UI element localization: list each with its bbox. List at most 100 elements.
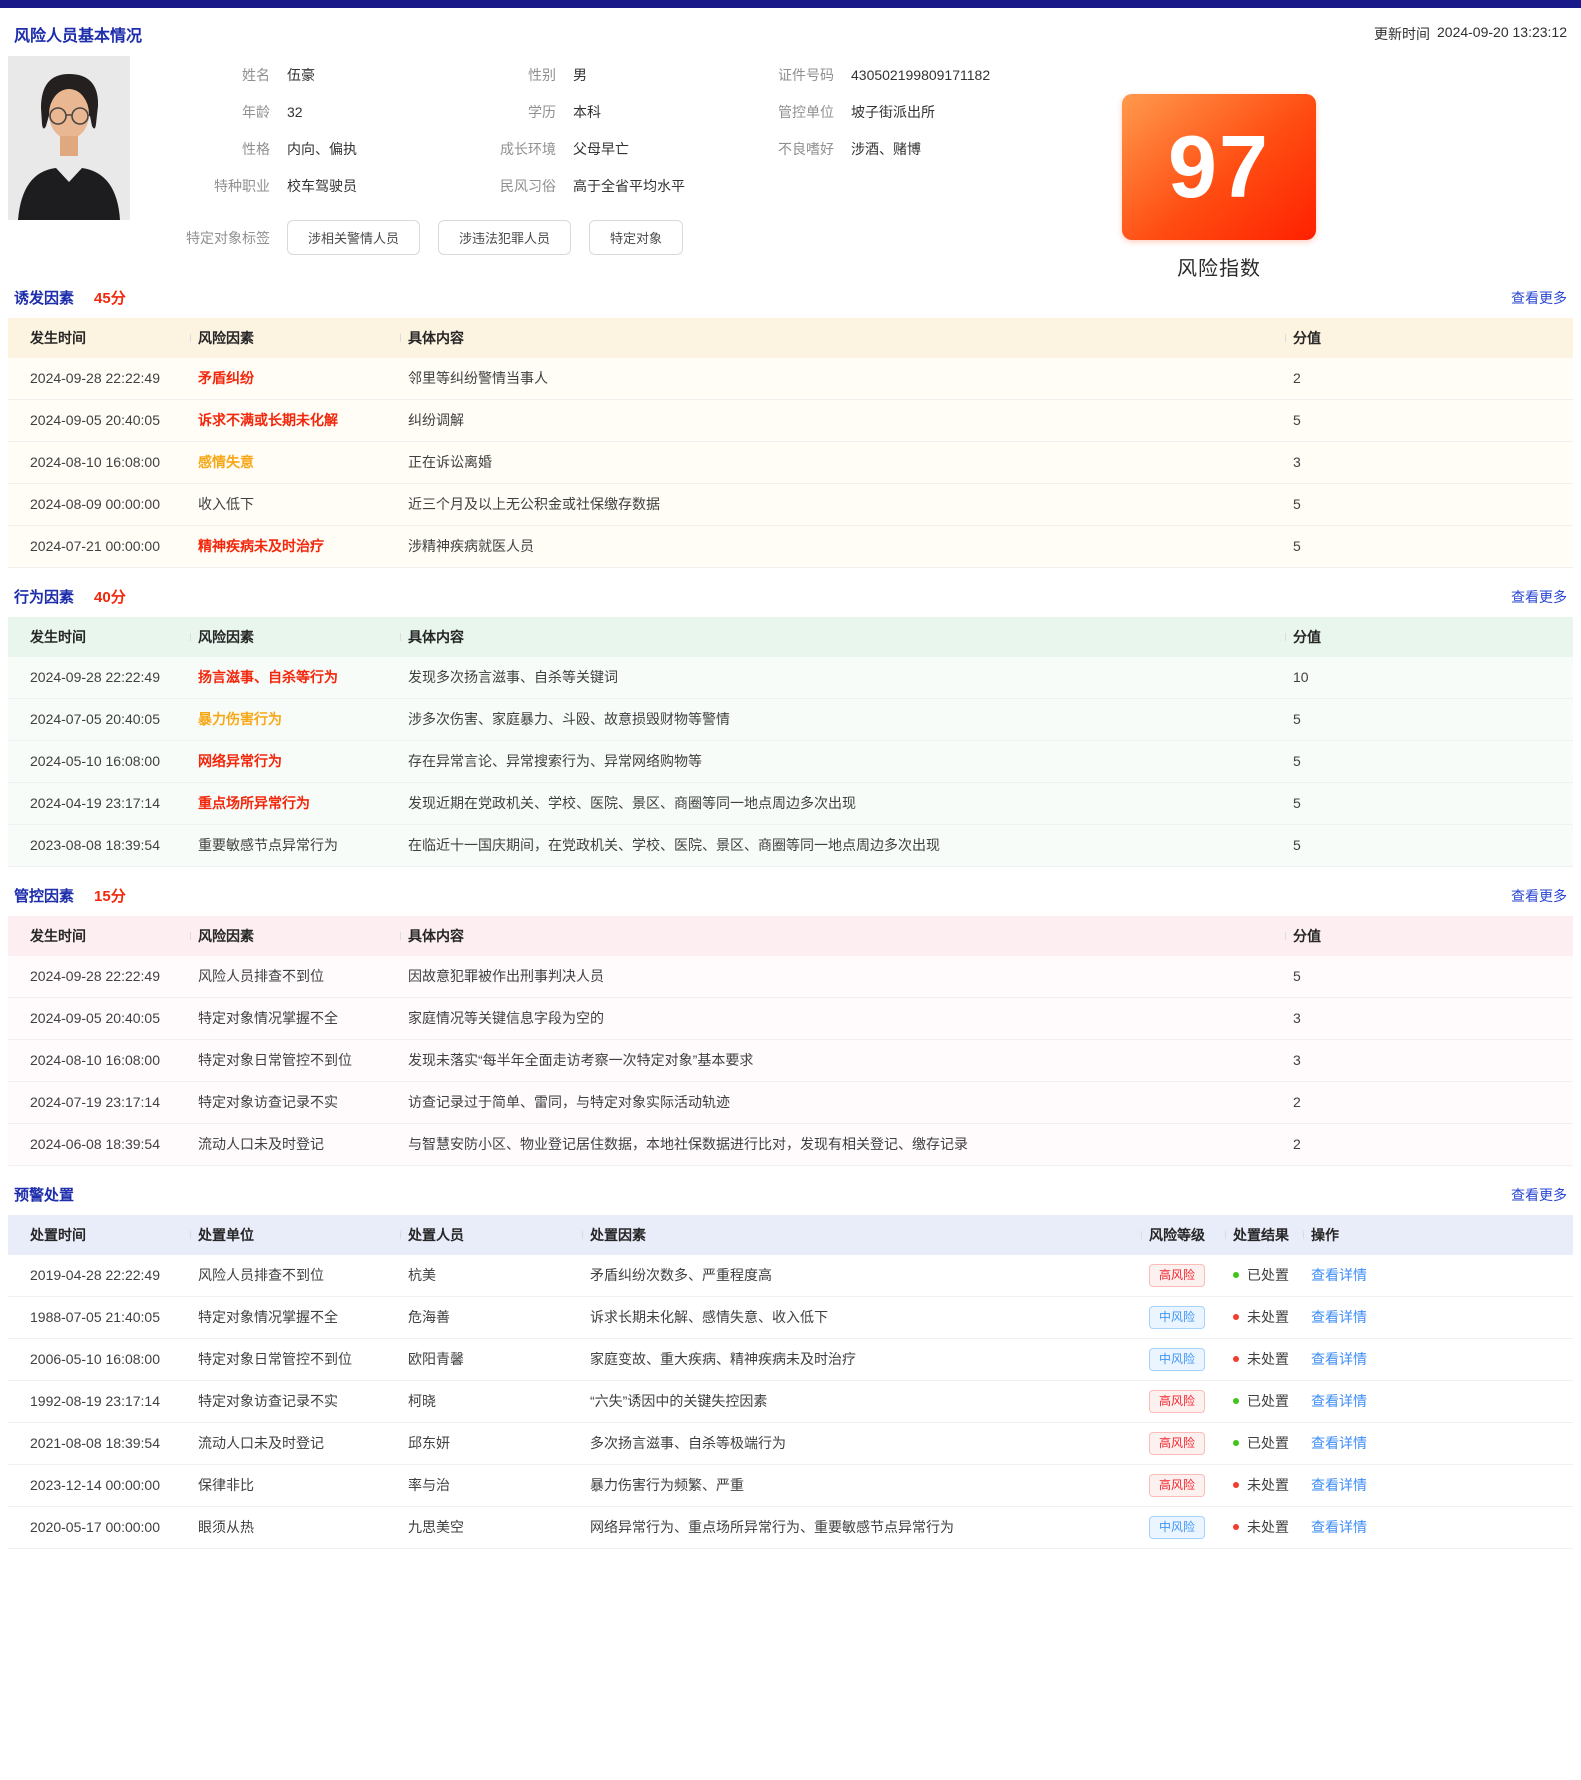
risk-score-card: 97	[1122, 94, 1316, 240]
page-header: 风险人员基本情况 更新时间 2024-09-20 13:23:12	[8, 8, 1573, 52]
cell-time: 2024-08-10 16:08:00	[8, 449, 190, 475]
field-label: 特种职业	[140, 176, 270, 196]
cell-risk-factor: 扬言滋事、自杀等行为	[190, 664, 400, 690]
table-row: 2006-05-10 16:08:00特定对象日常管控不到位欧阳青馨家庭变故、重…	[8, 1339, 1573, 1381]
view-more-link[interactable]: 查看更多	[1511, 288, 1567, 308]
cell-factor: 网络异常行为、重点场所异常行为、重要敏感节点异常行为	[582, 1514, 1141, 1540]
profile-details: 姓名伍豪年龄32性格内向、偏执特种职业校车驾驶员性别男学历本科成长环境父母早亡民…	[140, 56, 1573, 255]
view-more-link[interactable]: 查看更多	[1511, 886, 1567, 906]
view-detail-link[interactable]: 查看详情	[1311, 1351, 1367, 1367]
view-detail-link[interactable]: 查看详情	[1311, 1393, 1367, 1409]
cell-time: 2024-06-08 18:39:54	[8, 1131, 190, 1157]
profile-field-column: 姓名伍豪年龄32性格内向、偏执特种职业校车驾驶员	[140, 56, 472, 204]
cell-risk-factor: 风险人员排查不到位	[190, 963, 400, 989]
table-row: 1992-08-19 23:17:14特定对象访查记录不实柯晓“六失”诱因中的关…	[8, 1381, 1573, 1423]
cell-risk-level: 中风险	[1141, 1302, 1225, 1334]
table-header-row: 发生时间风险因素具体内容分值	[8, 318, 1573, 358]
cell-action: 查看详情	[1303, 1262, 1573, 1288]
cell-content: 邻里等纠纷警情当事人	[400, 365, 1285, 391]
cell-content: 在临近十一国庆期间，在党政机关、学校、医院、景区、商圈等同一地点周边多次出现	[400, 832, 1285, 858]
risk-level-badge: 高风险	[1149, 1390, 1205, 1414]
risk-level-badge: 中风险	[1149, 1306, 1205, 1330]
cell-person: 欧阳青馨	[400, 1346, 582, 1372]
person-photo-illustration	[8, 56, 130, 220]
section-header: 行为因素40分查看更多	[8, 574, 1573, 617]
view-detail-link[interactable]: 查看详情	[1311, 1435, 1367, 1451]
table-row: 2024-08-10 16:08:00特定对象日常管控不到位发现未落实“每半年全…	[8, 1040, 1573, 1082]
profile-photo	[8, 56, 130, 220]
result-text: 未处置	[1247, 1519, 1289, 1535]
cell-content: 近三个月及以上无公积金或社保缴存数据	[400, 491, 1285, 517]
section-header: 管控因素 15分 查看更多	[8, 873, 1573, 916]
section-title: 预警处置	[14, 1184, 74, 1205]
table-row: 2024-05-10 16:08:00网络异常行为存在异常言论、异常搜索行为、异…	[8, 741, 1573, 783]
cell-risk-factor: 感情失意	[190, 449, 400, 475]
cell-time: 2024-08-09 00:00:00	[8, 491, 190, 517]
column-header: 发生时间	[8, 624, 190, 650]
cell-time: 2020-05-17 00:00:00	[8, 1514, 190, 1540]
cell-time: 2024-05-10 16:08:00	[8, 748, 190, 774]
factor-sections: 诱发因素45分查看更多发生时间风险因素具体内容分值2024-09-28 22:2…	[8, 275, 1573, 1166]
table-row: 2020-05-17 00:00:00眼须从热九思美空网络异常行为、重点场所异常…	[8, 1507, 1573, 1549]
cell-risk-factor: 诉求不满或长期未化解	[190, 407, 400, 433]
cell-person: 危海善	[400, 1304, 582, 1330]
column-header: 风险等级	[1141, 1222, 1225, 1248]
cell-result: 未处置	[1225, 1472, 1303, 1498]
factor-table: 发生时间风险因素具体内容分值2024-09-28 22:22:49扬言滋事、自杀…	[8, 617, 1573, 867]
factor-table: 发生时间风险因素具体内容分值2024-09-28 22:22:49风险人员排查不…	[8, 916, 1573, 1166]
cell-risk-factor: 重点场所异常行为	[190, 790, 400, 816]
table-header-row: 发生时间风险因素具体内容分值	[8, 916, 1573, 956]
cell-score: 5	[1285, 533, 1573, 559]
view-detail-link[interactable]: 查看详情	[1311, 1267, 1367, 1283]
view-more-link[interactable]: 查看更多	[1511, 587, 1567, 607]
field-value: 校车驾驶员	[287, 176, 357, 196]
cell-risk-factor: 流动人口未及时登记	[190, 1131, 400, 1157]
cell-action: 查看详情	[1303, 1304, 1573, 1330]
column-header: 风险因素	[190, 624, 400, 650]
section-score: 15分	[94, 885, 126, 906]
table-row: 2023-12-14 00:00:00保律非比率与治暴力伤害行为频繁、严重高风险…	[8, 1465, 1573, 1507]
field-value: 男	[573, 65, 587, 85]
cell-unit: 风险人员排查不到位	[190, 1262, 400, 1288]
cell-time: 2024-07-19 23:17:14	[8, 1089, 190, 1115]
profile-field: 证件号码430502199809171182	[772, 56, 1192, 93]
status-dot	[1233, 1440, 1239, 1446]
table-row: 2024-09-05 20:40:05诉求不满或长期未化解纠纷调解5	[8, 400, 1573, 442]
cell-factor: “六失”诱因中的关键失控因素	[582, 1388, 1141, 1414]
section-score: 40分	[94, 586, 126, 607]
view-detail-link[interactable]: 查看详情	[1311, 1519, 1367, 1535]
cell-factor: 诉求长期未化解、感情失意、收入低下	[582, 1304, 1141, 1330]
tags-list: 涉相关警情人员涉违法犯罪人员特定对象	[270, 220, 683, 255]
view-more-link[interactable]: 查看更多	[1511, 1185, 1567, 1205]
risk-score-value: 97	[1168, 123, 1270, 211]
column-header: 具体内容	[400, 325, 1285, 351]
result-text: 未处置	[1247, 1351, 1289, 1367]
risk-score-widget: 97 风险指数	[1122, 94, 1316, 281]
cell-risk-factor: 网络异常行为	[190, 748, 400, 774]
disposal-section-host: 预警处置查看更多处置时间处置单位处置人员处置因素风险等级处置结果操作2019-0…	[8, 1172, 1573, 1549]
cell-content: 涉多次伤害、家庭暴力、斗殴、故意损毁财物等警情	[400, 706, 1285, 732]
section-title: 管控因素	[14, 885, 74, 906]
column-header: 具体内容	[400, 923, 1285, 949]
cell-action: 查看详情	[1303, 1346, 1573, 1372]
view-detail-link[interactable]: 查看详情	[1311, 1309, 1367, 1325]
cell-result: 未处置	[1225, 1346, 1303, 1372]
profile-field: 特种职业校车驾驶员	[140, 167, 472, 204]
subject-tag: 涉违法犯罪人员	[438, 220, 571, 255]
cell-time: 2024-09-05 20:40:05	[8, 407, 190, 433]
profile-field: 学历本科	[472, 93, 772, 130]
cell-risk-level: 中风险	[1141, 1344, 1225, 1376]
risk-level-badge: 中风险	[1149, 1348, 1205, 1372]
cell-unit: 特定对象日常管控不到位	[190, 1346, 400, 1372]
view-detail-link[interactable]: 查看详情	[1311, 1477, 1367, 1493]
cell-action: 查看详情	[1303, 1472, 1573, 1498]
cell-content: 发现多次扬言滋事、自杀等关键词	[400, 664, 1285, 690]
risk-level-badge: 高风险	[1149, 1264, 1205, 1288]
column-header: 操作	[1303, 1222, 1573, 1248]
section-score: 45分	[94, 287, 126, 308]
profile-field: 民风习俗高于全省平均水平	[472, 167, 772, 204]
cell-factor: 多次扬言滋事、自杀等极端行为	[582, 1430, 1141, 1456]
table-header-row: 处置时间处置单位处置人员处置因素风险等级处置结果操作	[8, 1215, 1573, 1255]
field-value: 本科	[573, 102, 601, 122]
cell-person: 邱东妍	[400, 1430, 582, 1456]
